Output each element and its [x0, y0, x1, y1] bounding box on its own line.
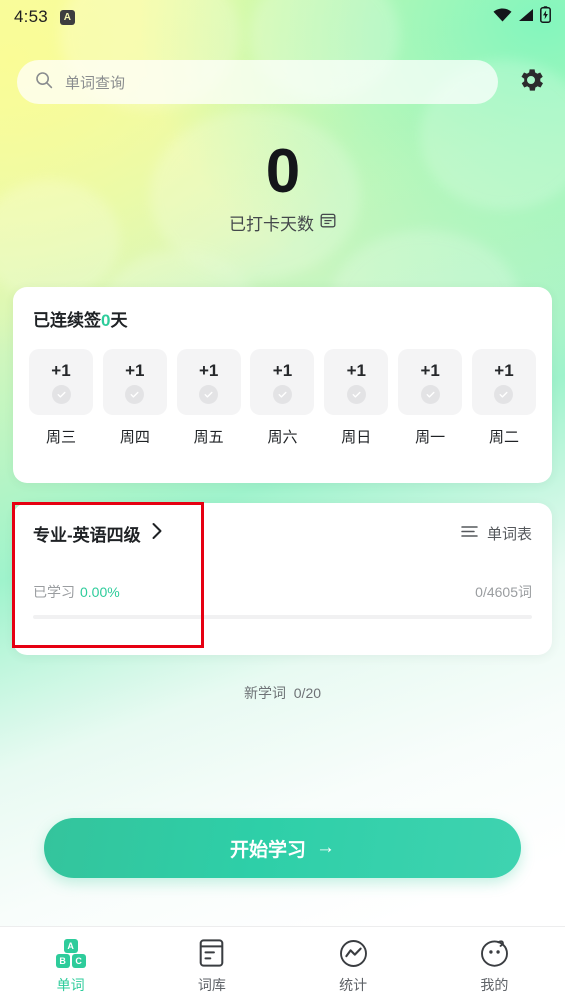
nav-item-library[interactable]: 词库 [141, 927, 282, 995]
learned-label: 已学习 [33, 584, 75, 600]
signin-day-bonus: +1 [51, 360, 71, 380]
abc-blocks-icon: A B C [55, 937, 86, 969]
signin-day-tile[interactable]: +1 [176, 349, 241, 415]
search-input[interactable]: 单词查询 [17, 60, 498, 104]
nav-label-profile: 我的 [480, 977, 509, 993]
signin-day-item[interactable]: +1 周二 [471, 349, 536, 447]
signin-day-item[interactable]: +1 周四 [102, 349, 167, 447]
signin-day-label: 周四 [119, 429, 150, 446]
gear-icon [516, 65, 546, 100]
checkin-days-label: 已打卡天数 [229, 215, 314, 235]
nav-label-statistics: 统计 [339, 977, 368, 993]
start-study-button[interactable]: 开始学习 → [44, 818, 521, 878]
start-study-label: 开始学习 [229, 839, 306, 861]
signin-streak-card: 已连续签0天 +1 周三 +1 周四 +1 周五 +1 周六 +1 周日 +1 … [13, 287, 552, 483]
check-icon [494, 384, 514, 404]
chart-circle-icon [339, 937, 368, 969]
search-row: 单词查询 [0, 60, 565, 104]
calendar-icon [320, 212, 336, 233]
checkin-days-count: 0 [265, 137, 300, 206]
check-icon [125, 384, 145, 404]
check-icon [420, 384, 440, 404]
signin-day-bonus: +1 [125, 360, 145, 380]
study-plan-card: 专业-英语四级 单词表 已学习 0.00% 0/4605词 [13, 503, 552, 655]
signin-day-bonus: +1 [494, 360, 514, 380]
check-icon [346, 384, 366, 404]
signin-day-tile[interactable]: +1 [102, 349, 167, 415]
status-bar: 4:53 A [0, 0, 565, 34]
learned-percent: 0.00% [80, 584, 120, 600]
signin-day-bonus: +1 [346, 360, 366, 380]
signin-day-tile[interactable]: +1 [471, 349, 536, 415]
nav-item-words[interactable]: A B C 单词 [0, 927, 141, 995]
battery-charging-icon [540, 6, 551, 28]
signin-day-tile[interactable]: +1 [398, 349, 463, 415]
signin-day-bonus: +1 [198, 360, 219, 380]
wifi-icon [493, 8, 512, 27]
streak-title-suffix: 天 [110, 311, 128, 330]
signin-day-tile[interactable]: +1 [250, 349, 315, 415]
study-card-header: 专业-英语四级 单词表 [13, 503, 552, 546]
signin-day-item[interactable]: +1 周六 [250, 349, 315, 447]
check-icon [272, 384, 292, 404]
app-badge-icon: A [59, 9, 75, 25]
settings-button[interactable] [514, 65, 548, 99]
search-icon [35, 71, 53, 94]
status-bar-right [493, 6, 551, 28]
signin-day-label: 周六 [267, 429, 298, 446]
new-words-value: 0/20 [293, 685, 322, 701]
signin-days-row: +1 周三 +1 周四 +1 周五 +1 周六 +1 周日 +1 周一 +1 周… [13, 331, 552, 447]
signin-day-tile[interactable]: +1 [324, 349, 389, 415]
check-icon [199, 384, 219, 404]
signal-icon [518, 8, 534, 27]
progress-bar [33, 615, 532, 619]
study-book-title: 专业-英语四级 [33, 526, 141, 545]
signin-day-label: 周日 [341, 429, 372, 446]
document-icon [198, 937, 225, 969]
checkin-hero: 0 已打卡天数 [0, 140, 565, 235]
book-selector[interactable]: 专业-英语四级 [33, 521, 163, 546]
nav-item-profile[interactable]: 我的 [424, 927, 565, 995]
nav-label-library: 词库 [197, 977, 226, 993]
signin-day-label: 周五 [193, 429, 224, 446]
signin-day-bonus: +1 [272, 360, 293, 380]
chevron-right-icon [151, 522, 163, 545]
signin-day-label: 周三 [45, 429, 76, 446]
wordlist-button[interactable]: 单词表 [461, 523, 532, 544]
status-clock: 4:53 [14, 7, 48, 26]
signin-day-item[interactable]: +1 周三 [29, 349, 93, 447]
signin-day-bonus: +1 [420, 360, 440, 380]
new-words-row: 新学词 0/20 [0, 683, 565, 703]
bottom-navigation: A B C 单词 词库 统计 我的 [0, 926, 565, 1004]
signin-day-item[interactable]: +1 周一 [398, 349, 463, 447]
new-words-label: 新学词 [243, 685, 286, 701]
signin-day-tile[interactable]: +1 [29, 349, 93, 415]
nav-label-words: 单词 [56, 977, 85, 993]
signin-day-label: 周一 [415, 429, 446, 446]
search-placeholder: 单词查询 [65, 74, 126, 92]
nav-item-statistics[interactable]: 统计 [283, 927, 424, 995]
learned-progress: 已学习 0.00% [33, 582, 120, 602]
signin-day-item[interactable]: +1 周五 [176, 349, 241, 447]
check-icon [51, 384, 71, 404]
signin-day-label: 周二 [488, 429, 519, 446]
streak-title: 已连续签0天 [13, 287, 552, 331]
list-icon [461, 525, 478, 543]
checkin-label-row[interactable]: 已打卡天数 [0, 210, 565, 235]
arrow-right-icon: → [316, 837, 335, 858]
word-count: 0/4605词 [475, 584, 532, 600]
face-icon [480, 937, 509, 969]
streak-title-prefix: 已连续签 [33, 311, 101, 330]
status-bar-left: 4:53 A [14, 7, 75, 27]
study-card-progress-row: 已学习 0.00% 0/4605词 [13, 546, 552, 602]
wordlist-label: 单词表 [486, 526, 532, 543]
signin-day-item[interactable]: +1 周日 [324, 349, 389, 447]
